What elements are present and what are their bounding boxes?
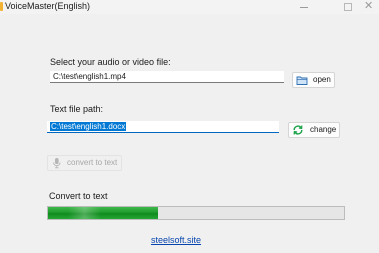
text-file-label: Text file path: (50, 104, 104, 114)
microphone-icon (51, 157, 63, 169)
maximize-icon (344, 3, 352, 11)
window-title: VoiceMaster(English) (5, 1, 91, 11)
close-button[interactable]: ✕ (356, 0, 379, 14)
open-button-label: open (313, 75, 331, 84)
progress-bar (47, 206, 345, 220)
progress-bar-shine (67, 207, 101, 219)
app-window: VoiceMaster(English) ✕ Select your audio… (0, 0, 379, 253)
text-file-value: C:\test\english1.docx (50, 122, 127, 131)
folder-icon (296, 74, 308, 86)
text-file-input[interactable]: C:\test\english1.docx (47, 121, 279, 133)
convert-button-label: convert to text (67, 158, 118, 167)
website-link[interactable]: steelsoft.site (151, 235, 201, 246)
progress-bar-fill (48, 207, 158, 219)
convert-to-text-button[interactable]: convert to text (47, 155, 122, 171)
refresh-icon (292, 124, 304, 136)
app-icon (0, 2, 3, 11)
title-bar[interactable]: VoiceMaster(English) ✕ (0, 0, 379, 14)
close-icon: ✕ (364, 0, 374, 12)
media-file-input[interactable]: C:\test\english1.mp4 (50, 71, 284, 83)
open-button[interactable]: open (292, 72, 335, 88)
media-file-label: Select your audio or video file: (50, 57, 171, 67)
progress-label: Convert to text (49, 191, 108, 201)
change-button[interactable]: change (288, 122, 340, 138)
change-button-label: change (310, 125, 337, 134)
minimize-button[interactable] (291, 0, 317, 14)
minimize-icon (300, 7, 308, 8)
media-file-value: C:\test\english1.mp4 (53, 72, 126, 81)
